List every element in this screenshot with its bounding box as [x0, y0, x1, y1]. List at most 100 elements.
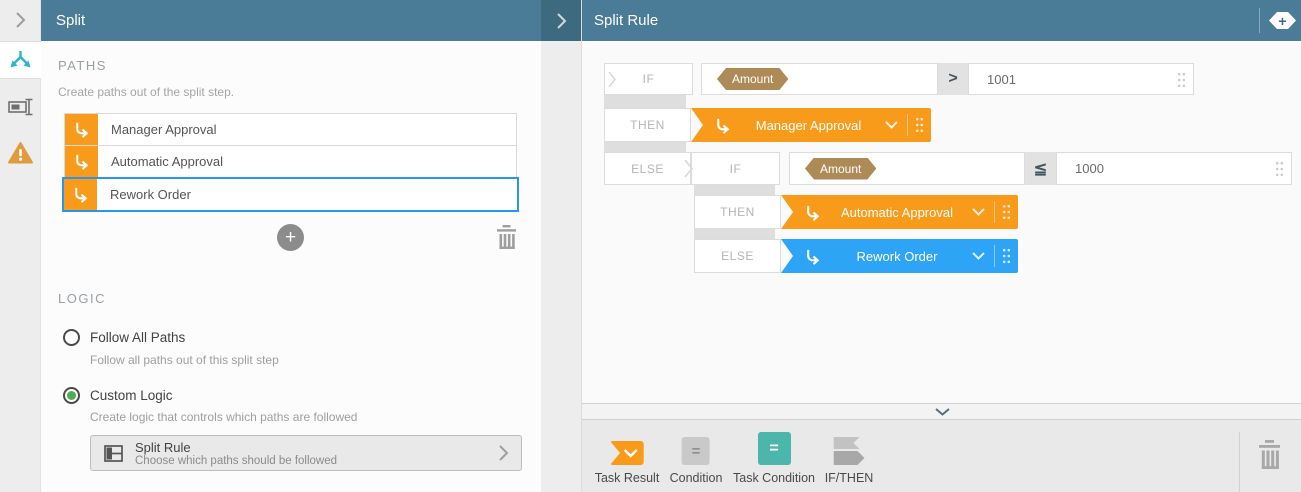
chevron-down-icon[interactable]: [885, 121, 898, 129]
drag-handle[interactable]: [1177, 72, 1186, 93]
paths-heading: PATHS: [58, 58, 107, 73]
chevron-right-icon: [16, 12, 26, 28]
condition-field-input[interactable]: Amount: [701, 63, 938, 95]
then-path-block-manager-approval[interactable]: Manager Approval: [691, 108, 931, 142]
operator-less-equal[interactable]: ≦: [1025, 152, 1056, 185]
chevron-down-icon[interactable]: [972, 252, 985, 260]
toolbox-expander[interactable]: [582, 403, 1301, 420]
header-divider: [1259, 8, 1260, 33]
field-chip-amount[interactable]: Amount: [805, 158, 876, 180]
path-arrow-icon: [807, 205, 820, 221]
rule-card-title: Split Rule: [135, 440, 191, 455]
path-arrow-icon: [65, 146, 98, 177]
left-panel-title: Split: [56, 12, 86, 29]
split-rule-card[interactable]: Split Rule Choose which paths should be …: [90, 435, 522, 471]
keyword-then: THEN: [604, 108, 691, 142]
ifthen-icon: [833, 437, 864, 465]
path-arrow-icon: [807, 249, 820, 265]
block-divider: [994, 201, 995, 223]
radio-label-custom-logic: Custom Logic: [90, 388, 173, 403]
rule-card-subtitle: Choose which paths should be followed: [135, 455, 338, 467]
sidebar-tab-warnings[interactable]: [0, 138, 41, 168]
drag-handle[interactable]: [1275, 161, 1284, 182]
right-panel-header: Split Rule +: [582, 0, 1301, 41]
path-row-automatic-approval[interactable]: Automatic Approval: [64, 145, 517, 178]
keyword-if-nested: IF: [691, 152, 780, 185]
right-panel-title: Split Rule: [594, 12, 659, 29]
else-path-block-rework-order[interactable]: Rework Order: [781, 239, 1018, 273]
connector: [604, 142, 686, 152]
delete-path-trash-icon[interactable]: [496, 225, 517, 255]
chevron-right-icon: [556, 12, 566, 29]
delete-rule-trash-icon[interactable]: [1258, 440, 1281, 476]
connector: [604, 95, 686, 108]
keyword-label: ELSE: [631, 161, 664, 176]
toolbox-item-ifthen[interactable]: IF/THEN: [824, 433, 874, 485]
rule-toolbox: Task Result = Condition = Task Condition…: [582, 420, 1301, 492]
radio-desc-follow-all-paths: Follow all paths out of this split step: [90, 353, 279, 367]
add-path-button[interactable]: +: [277, 224, 304, 251]
keyword-then-nested: THEN: [694, 195, 781, 229]
block-divider: [994, 245, 995, 267]
operator-greater-than[interactable]: >: [938, 63, 968, 95]
task-condition-icon: =: [757, 432, 791, 465]
condition-field-input[interactable]: Amount: [789, 152, 1025, 185]
rule-builder-canvas: IF Amount > 1001 THEN Manager Approval E…: [582, 41, 1301, 492]
condition-value-text: 1000: [1075, 161, 1104, 176]
chevron-right-icon: [498, 444, 509, 467]
chevron-down-icon[interactable]: [972, 208, 985, 216]
connector: [694, 185, 775, 195]
then-path-block-automatic-approval[interactable]: Automatic Approval: [781, 195, 1018, 229]
condition-value-input[interactable]: 1000: [1056, 152, 1292, 185]
keyword-label: IF: [729, 161, 742, 176]
condition-value-text: 1001: [987, 71, 1016, 87]
toolbox-item-task-result[interactable]: Task Result: [594, 433, 660, 485]
workflow-split-editor: Split PATHS Create paths out of the spli…: [0, 0, 1301, 492]
keyword-label: THEN: [630, 118, 665, 132]
path-arrow-icon: [64, 179, 97, 210]
path-row-manager-approval[interactable]: Manager Approval: [64, 113, 517, 146]
drag-handle[interactable]: [915, 117, 924, 133]
toolbox-item-task-condition[interactable]: = Task Condition: [733, 432, 815, 485]
keyword-label: ELSE: [721, 249, 754, 263]
sidebar-tab-rename[interactable]: [0, 92, 41, 122]
paths-list: Manager Approval Automatic Approval Rewo…: [62, 113, 519, 212]
split-icon: [10, 51, 31, 68]
collapse-right-panel-button[interactable]: [541, 0, 581, 41]
right-panel: Split Rule + IF Amount > 1001 THEN Manag…: [581, 0, 1301, 492]
add-field-button[interactable]: +: [1269, 12, 1296, 29]
path-row-rework-order[interactable]: Rework Order: [62, 177, 519, 212]
panel-gap-strip: [541, 0, 581, 492]
left-panel-header: Split: [41, 0, 541, 41]
drag-handle[interactable]: [1002, 248, 1011, 264]
chevron-notch-icon: [684, 159, 694, 183]
block-label: Rework Order: [856, 248, 938, 264]
path-label: Automatic Approval: [111, 154, 224, 169]
drag-handle[interactable]: [1002, 204, 1011, 220]
connector: [694, 229, 775, 239]
path-arrow-icon: [717, 118, 730, 134]
keyword-label: IF: [642, 72, 655, 86]
path-label: Rework Order: [110, 187, 191, 202]
radio-custom-logic[interactable]: [63, 387, 80, 404]
keyword-else: ELSE: [604, 152, 691, 185]
chevron-down-icon: [934, 407, 950, 416]
radio-follow-all-paths[interactable]: [63, 329, 80, 346]
logic-heading: LOGIC: [58, 291, 106, 306]
warning-triangle-icon: [8, 142, 33, 164]
toolbox-item-label: IF/THEN: [824, 471, 874, 485]
sidebar-tab-paths[interactable]: [0, 41, 41, 79]
task-result-icon: [609, 441, 644, 465]
condition-value-input[interactable]: 1001: [968, 63, 1194, 95]
toolbox-item-condition[interactable]: = Condition: [670, 433, 722, 485]
keyword-label: THEN: [720, 205, 755, 219]
collapse-panel-button[interactable]: [0, 0, 41, 40]
left-sidebar: [0, 0, 41, 492]
paths-description: Create paths out of the split step.: [58, 85, 235, 99]
toolbox-item-label: Task Condition: [733, 471, 815, 485]
toolbox-item-label: Task Result: [594, 471, 660, 485]
radio-label-follow-all-paths: Follow All Paths: [90, 330, 186, 345]
rename-field-icon: [8, 98, 33, 116]
field-chip-amount[interactable]: Amount: [717, 68, 788, 90]
toolbar-divider: [1239, 432, 1240, 492]
